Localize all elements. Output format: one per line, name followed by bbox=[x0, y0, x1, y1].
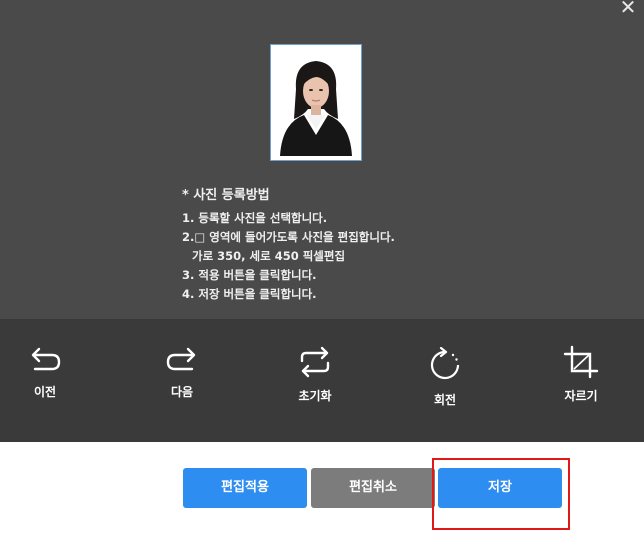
redo-icon bbox=[166, 347, 196, 371]
image-editor-canvas: ✕ * 사진 등록방법 1. 등록할 사진을 선택합니다. 2.□ 영역에 들어… bbox=[0, 0, 644, 319]
rotate-button[interactable]: 회전 bbox=[400, 347, 490, 408]
action-bar: 편집적용 편집취소 저장 bbox=[0, 468, 644, 510]
redo-label: 다음 bbox=[170, 385, 194, 399]
reset-icon bbox=[300, 346, 330, 378]
photo-preview[interactable] bbox=[270, 44, 362, 161]
portrait-photo bbox=[274, 49, 358, 156]
undo-icon bbox=[31, 347, 61, 371]
cancel-edit-button[interactable]: 편집취소 bbox=[311, 468, 435, 508]
rotate-icon bbox=[430, 347, 460, 380]
instruction-line: 2.□ 영역에 들어가도록 사진을 편집합니다. bbox=[182, 230, 395, 244]
edit-toolbar: 이전 다음 초기화 회전 자르기 bbox=[0, 319, 644, 442]
reset-button[interactable]: 초기화 bbox=[270, 345, 360, 404]
undo-label: 이전 bbox=[33, 385, 57, 399]
close-icon[interactable]: ✕ bbox=[614, 0, 642, 22]
apply-edit-button[interactable]: 편집적용 bbox=[183, 468, 307, 508]
undo-button[interactable]: 이전 bbox=[0, 343, 90, 400]
reset-label: 초기화 bbox=[298, 389, 332, 403]
instructions-heading: * 사진 등록방법 bbox=[182, 188, 270, 203]
instruction-line: 4. 저장 버튼을 클릭합니다. bbox=[182, 287, 317, 301]
rotate-label: 회전 bbox=[433, 393, 457, 407]
save-button[interactable]: 저장 bbox=[438, 468, 562, 508]
instruction-line: 가로 350, 세로 450 픽셀편집 bbox=[192, 249, 346, 263]
instruction-line: 1. 등록할 사진을 선택합니다. bbox=[182, 211, 328, 225]
instruction-line: 3. 적용 버튼을 클릭합니다. bbox=[182, 268, 317, 282]
crop-label: 자르기 bbox=[564, 389, 598, 403]
instructions: * 사진 등록방법 1. 등록할 사진을 선택합니다. 2.□ 영역에 들어가도… bbox=[182, 186, 395, 304]
crop-icon bbox=[563, 345, 599, 379]
crop-button[interactable]: 자르기 bbox=[536, 345, 626, 404]
redo-button[interactable]: 다음 bbox=[137, 343, 227, 400]
